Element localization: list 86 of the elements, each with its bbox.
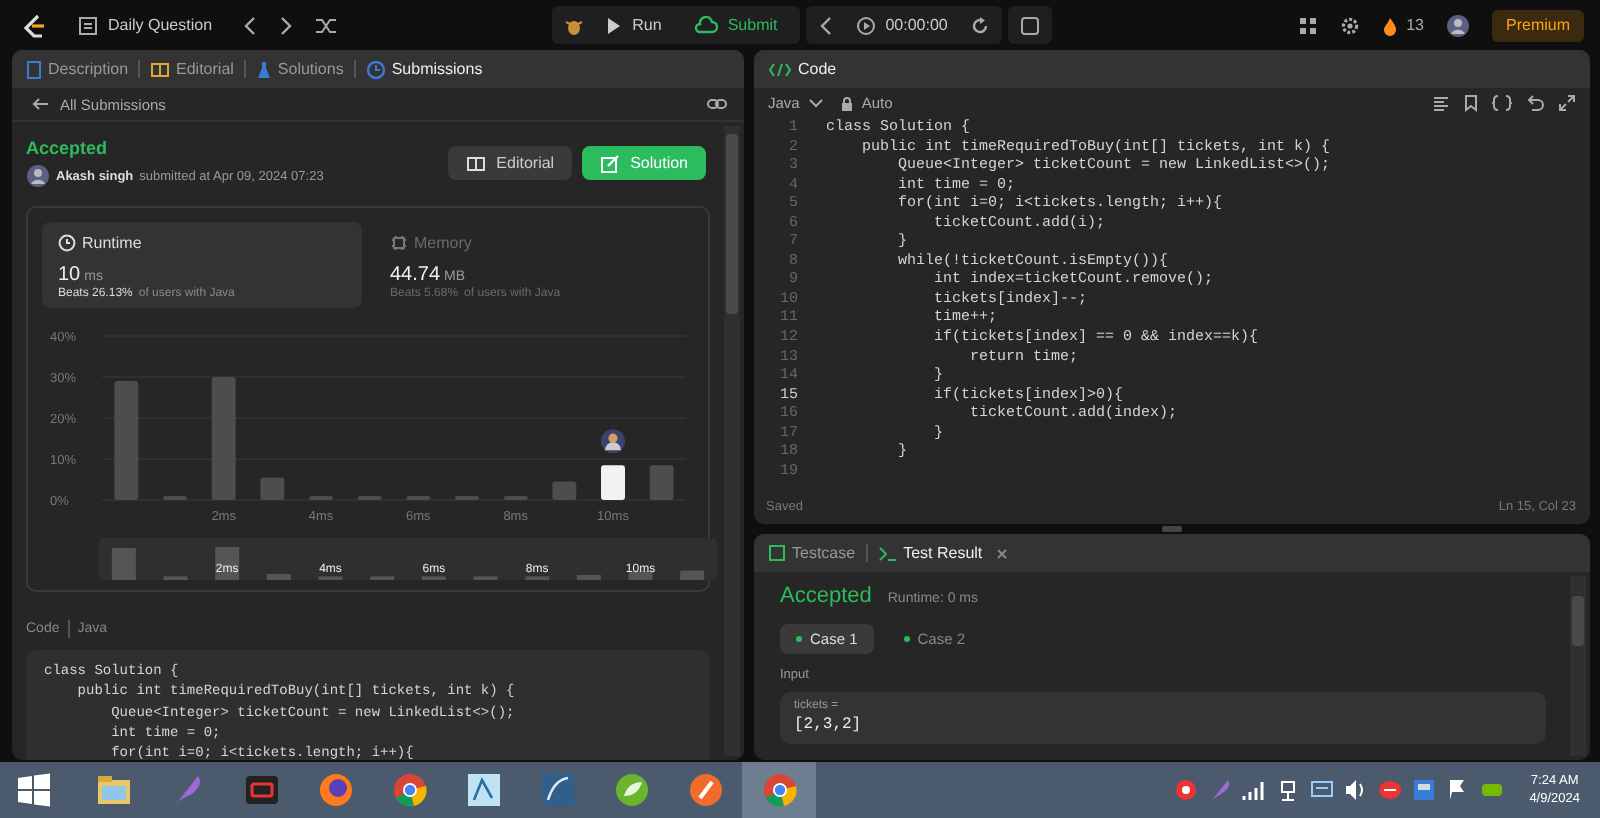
app-icon — [463, 770, 503, 810]
stat-title: Memory — [414, 234, 472, 252]
debug-icon[interactable] — [564, 15, 585, 35]
lock-icon — [839, 95, 854, 111]
grid-icon[interactable] — [1298, 15, 1319, 35]
gpu-icon[interactable] — [1479, 778, 1504, 802]
chip-icon — [390, 234, 408, 252]
scroll-bar[interactable] — [724, 126, 740, 756]
run-button[interactable]: Run — [596, 15, 672, 35]
panel-tab[interactable]: Testcase — [768, 544, 856, 562]
badge-icon[interactable] — [1377, 778, 1402, 802]
window-icon[interactable] — [1411, 778, 1436, 802]
play-icon — [606, 15, 623, 35]
editorial-icon — [150, 61, 171, 77]
solutions-icon — [255, 59, 272, 79]
link-icon[interactable] — [706, 96, 728, 112]
arrow-left-icon — [30, 96, 50, 112]
panel-tab[interactable]: Solutions — [255, 59, 344, 79]
submissions-icon — [365, 59, 386, 79]
scroll-thumb[interactable] — [726, 134, 738, 314]
stat-title: Runtime — [82, 234, 142, 252]
start-button-icon[interactable] — [16, 772, 52, 808]
shuffle-icon[interactable] — [314, 15, 339, 35]
network-icon[interactable] — [1275, 778, 1300, 802]
volume-icon[interactable] — [1343, 778, 1368, 802]
previous-icon[interactable] — [242, 15, 259, 35]
streak-count[interactable]: 13 — [1406, 16, 1424, 34]
braces-icon[interactable] — [1492, 94, 1512, 112]
pass-dot — [903, 636, 910, 642]
reset-icon[interactable] — [969, 15, 990, 35]
note-icon — [1019, 15, 1040, 35]
app-icon — [537, 770, 577, 810]
fire-icon — [1382, 15, 1399, 35]
notes-button[interactable] — [1007, 6, 1052, 44]
timer-button[interactable]: 00:00:00 — [845, 15, 958, 35]
submit-button[interactable]: Submit — [683, 15, 788, 35]
timer-icon — [855, 15, 876, 35]
avatar-marker-icon — [601, 429, 625, 454]
avatar-icon — [26, 164, 50, 188]
panel-tab[interactable]: Description — [26, 59, 129, 79]
book-icon — [466, 155, 487, 171]
pass-dot — [796, 636, 802, 642]
logo-icon[interactable] — [20, 11, 48, 39]
next-icon[interactable] — [278, 15, 295, 35]
leaf-icon — [611, 770, 651, 810]
daily-question-button[interactable]: Daily Question — [68, 15, 223, 35]
close-icon[interactable] — [996, 547, 1009, 559]
panel-tab[interactable]: Submissions — [365, 59, 483, 79]
cloud-upload-icon — [693, 15, 718, 35]
record-icon[interactable] — [1173, 778, 1198, 802]
result-status: Accepted — [780, 584, 872, 608]
collapse-icon[interactable] — [817, 15, 834, 35]
scroll-thumb[interactable] — [1572, 596, 1584, 646]
edit-icon — [600, 153, 621, 173]
description-icon — [26, 59, 42, 79]
submission-status: Accepted — [26, 138, 110, 158]
code-tab[interactable]: Code — [768, 60, 837, 78]
panel-tab[interactable]: Test Result — [877, 544, 1009, 562]
stat-value: 44.74 — [390, 264, 441, 286]
undo-icon[interactable] — [1526, 94, 1544, 112]
code-icon — [768, 61, 792, 77]
avatar-icon[interactable] — [1446, 13, 1470, 37]
browser-icon — [315, 770, 355, 810]
input-value: [2,3,2] — [794, 716, 864, 734]
premium-button[interactable]: Premium — [1492, 9, 1585, 41]
flag-icon[interactable] — [1445, 778, 1470, 802]
monitor-icon[interactable] — [1309, 778, 1334, 802]
chevron-down-icon — [807, 97, 824, 109]
editorial-button[interactable]: Editorial — [448, 146, 573, 180]
browser-icon — [759, 770, 799, 810]
scroll-bar[interactable] — [1570, 576, 1586, 756]
bookmark-icon[interactable] — [1464, 94, 1478, 112]
list-icon — [78, 15, 98, 35]
expand-icon[interactable] — [1558, 94, 1576, 112]
settings-icon[interactable] — [1340, 15, 1361, 35]
stat-value: 10 — [58, 264, 81, 286]
signal-icon[interactable] — [1241, 778, 1266, 802]
folder-icon — [93, 770, 133, 810]
panel-tab[interactable]: Editorial — [150, 60, 234, 78]
format-icon[interactable] — [1432, 95, 1450, 111]
brush-icon — [685, 770, 725, 810]
terminal-icon — [877, 545, 898, 561]
checkbox-icon — [768, 544, 786, 562]
recorder-icon — [241, 770, 281, 810]
browser-icon — [389, 770, 429, 810]
clock-icon — [58, 234, 76, 252]
